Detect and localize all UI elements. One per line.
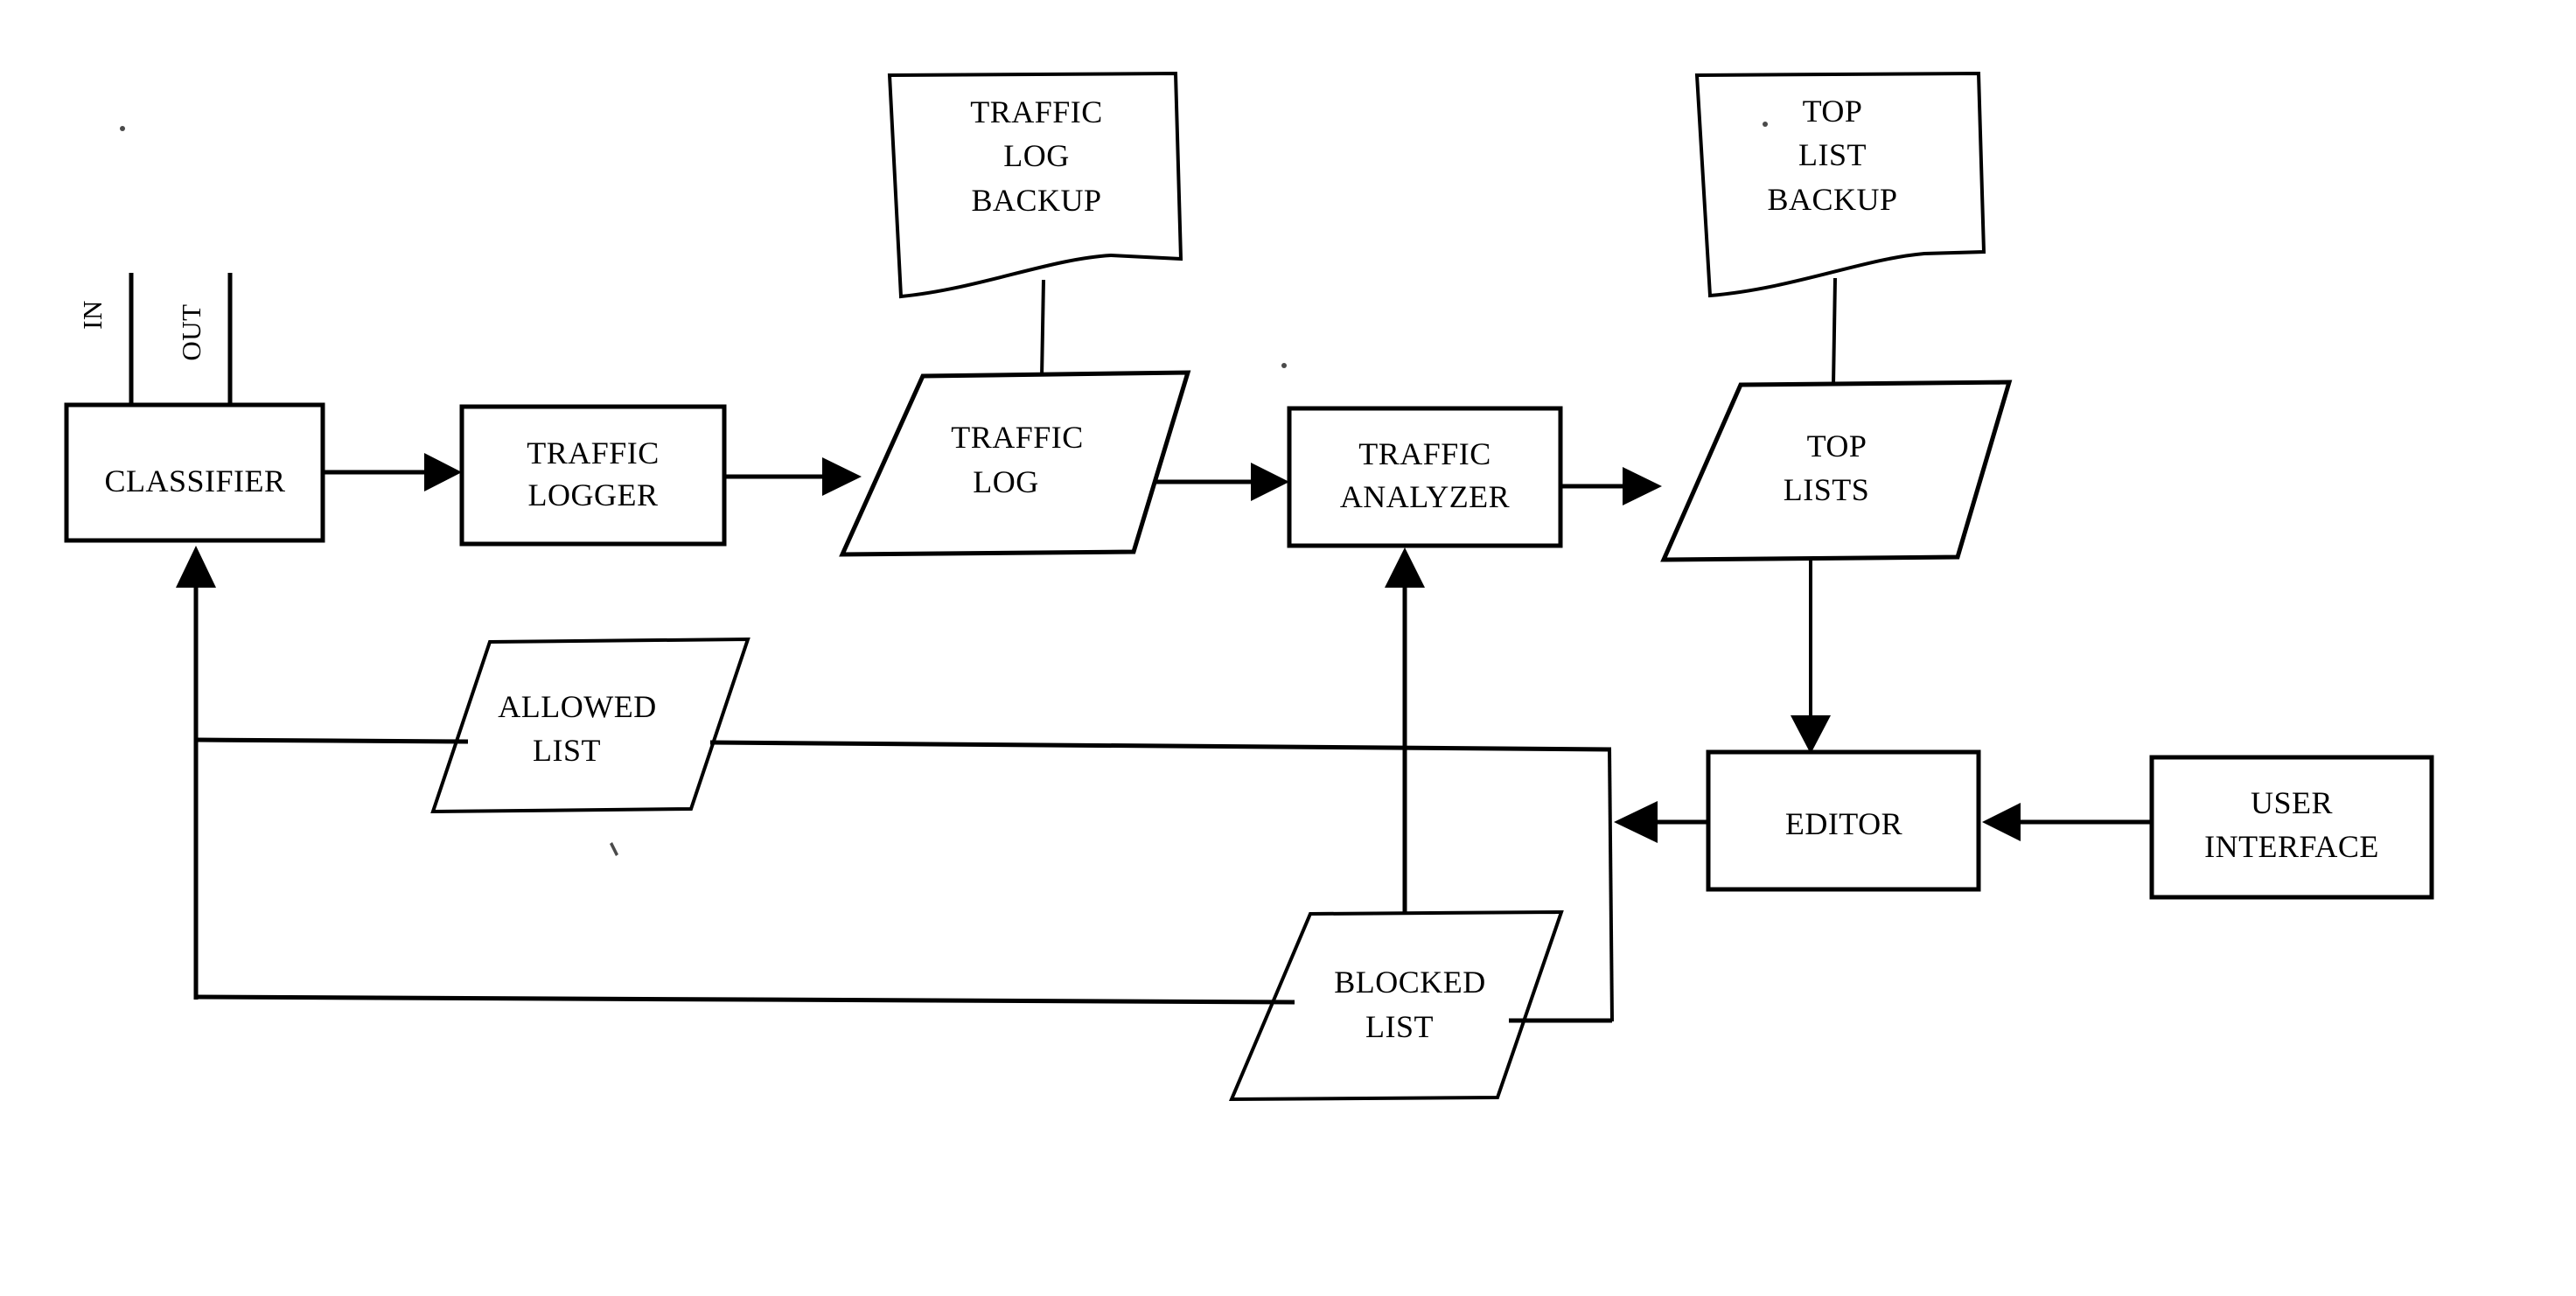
arrowhead-classifier-to-logger [424,453,462,491]
arrowhead-editor-to-list-bus [1614,801,1658,843]
arrowhead-log-to-analyzer [1251,463,1289,501]
editor-label: EDITOR [1785,806,1902,841]
scan-speck-2 [1281,363,1287,368]
traffic-logger-label-line2: LOGGER [528,477,659,512]
blocked-list-label-line1: BLOCKED [1334,965,1486,1000]
arrowhead-analyzer-to-toplists [1623,467,1662,505]
edge-toplist-backup-to-toplists [1832,277,1837,386]
allowed-list-right-lead [709,740,1612,752]
scan-speck-1 [120,126,125,131]
traffic-log-backup-label-line1: TRAFFIC [970,94,1103,129]
traffic-analyzer-label-line1: TRAFFIC [1358,436,1491,471]
scan-speck-4 [610,842,618,856]
arrowhead-blocked-list-to-analyzer [1385,547,1425,588]
allowed-list-label-line1: ALLOWED [498,689,656,724]
top-list-backup-label-line1: TOP [1803,94,1863,129]
traffic-log-label-line1: TRAFFIC [951,420,1084,455]
allowed-list-label-line2: LIST [533,733,601,768]
top-list-backup-label-line3: BACKUP [1767,182,1897,217]
blocked-list-return-bottom [195,994,1295,1005]
node-top-lists[interactable] [1660,380,2013,562]
edge-log-backup-to-log [1040,279,1045,379]
block-diagram-canvas: CLASSIFIER IN OUT TRAFFIC LOGGER TRAFFIC… [0,0,2576,1296]
node-blocked-list[interactable] [1228,909,1564,1102]
allowed-list-left-lead [195,737,469,744]
traffic-analyzer-label-line2: ANALYZER [1340,479,1510,514]
list-bus-vertical [1608,747,1614,1022]
node-allowed-list[interactable] [430,637,750,814]
traffic-log-backup-label-line3: BACKUP [971,183,1101,218]
top-list-backup-label-line2: LIST [1798,137,1867,172]
arrowhead-logger-to-log [822,457,862,496]
arrowhead-toplists-to-editor [1791,715,1831,754]
node-traffic-analyzer[interactable] [1287,406,1563,548]
node-traffic-log[interactable] [839,370,1191,557]
top-lists-label-line2: LISTS [1784,472,1870,507]
node-traffic-logger[interactable] [459,404,727,547]
scan-speck-3 [1763,122,1768,127]
traffic-log-backup-label-line2: LOG [1003,138,1070,173]
node-user-interface[interactable] [2149,755,2434,900]
out-label: OUT [176,303,206,360]
top-lists-label-line1: TOP [1807,429,1867,463]
arrowhead-ui-to-editor [1982,803,2021,841]
blocked-list-label-line2: LIST [1365,1009,1434,1044]
traffic-log-label-line2: LOG [973,464,1039,499]
user-interface-label-line2: INTERFACE [2204,829,2379,864]
arrowhead-return-to-classifier [176,546,216,588]
classifier-label: CLASSIFIER [104,463,285,498]
flow-diagram-svg: CLASSIFIER IN OUT TRAFFIC LOGGER TRAFFIC… [64,71,2434,1102]
traffic-logger-label-line1: TRAFFIC [527,435,660,470]
user-interface-label-line1: USER [2251,785,2333,820]
in-label: IN [77,300,108,330]
